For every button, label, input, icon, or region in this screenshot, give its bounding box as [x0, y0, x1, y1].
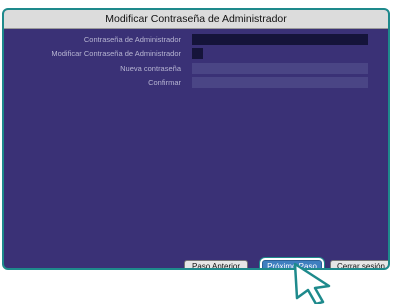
modify-admin-password-checkbox[interactable] [192, 48, 203, 59]
confirm-password-row: Confirmar [4, 77, 388, 89]
confirm-password-label: Confirmar [148, 78, 181, 87]
modify-admin-password-row: Modificar Contraseña de Administrador [4, 48, 388, 60]
previous-step-button[interactable]: Paso Anterior [184, 260, 248, 268]
modify-admin-password-label: Modificar Contraseña de Administrador [51, 49, 181, 58]
new-password-row: Nueva contraseña [4, 63, 388, 75]
logout-button[interactable]: Cerrar sesión [330, 260, 388, 268]
admin-password-row: Contraseña de Administrador [4, 34, 388, 46]
confirm-password-input[interactable] [192, 77, 368, 88]
admin-password-input[interactable] [192, 34, 368, 45]
dialog-title: Modificar Contraseña de Administrador [4, 10, 388, 29]
pointer-arrow-icon [293, 262, 331, 304]
admin-password-label: Contraseña de Administrador [83, 35, 181, 44]
new-password-input[interactable] [192, 63, 368, 74]
new-password-label: Nueva contraseña [120, 64, 181, 73]
change-admin-password-dialog: Modificar Contraseña de Administrador Co… [2, 8, 390, 270]
